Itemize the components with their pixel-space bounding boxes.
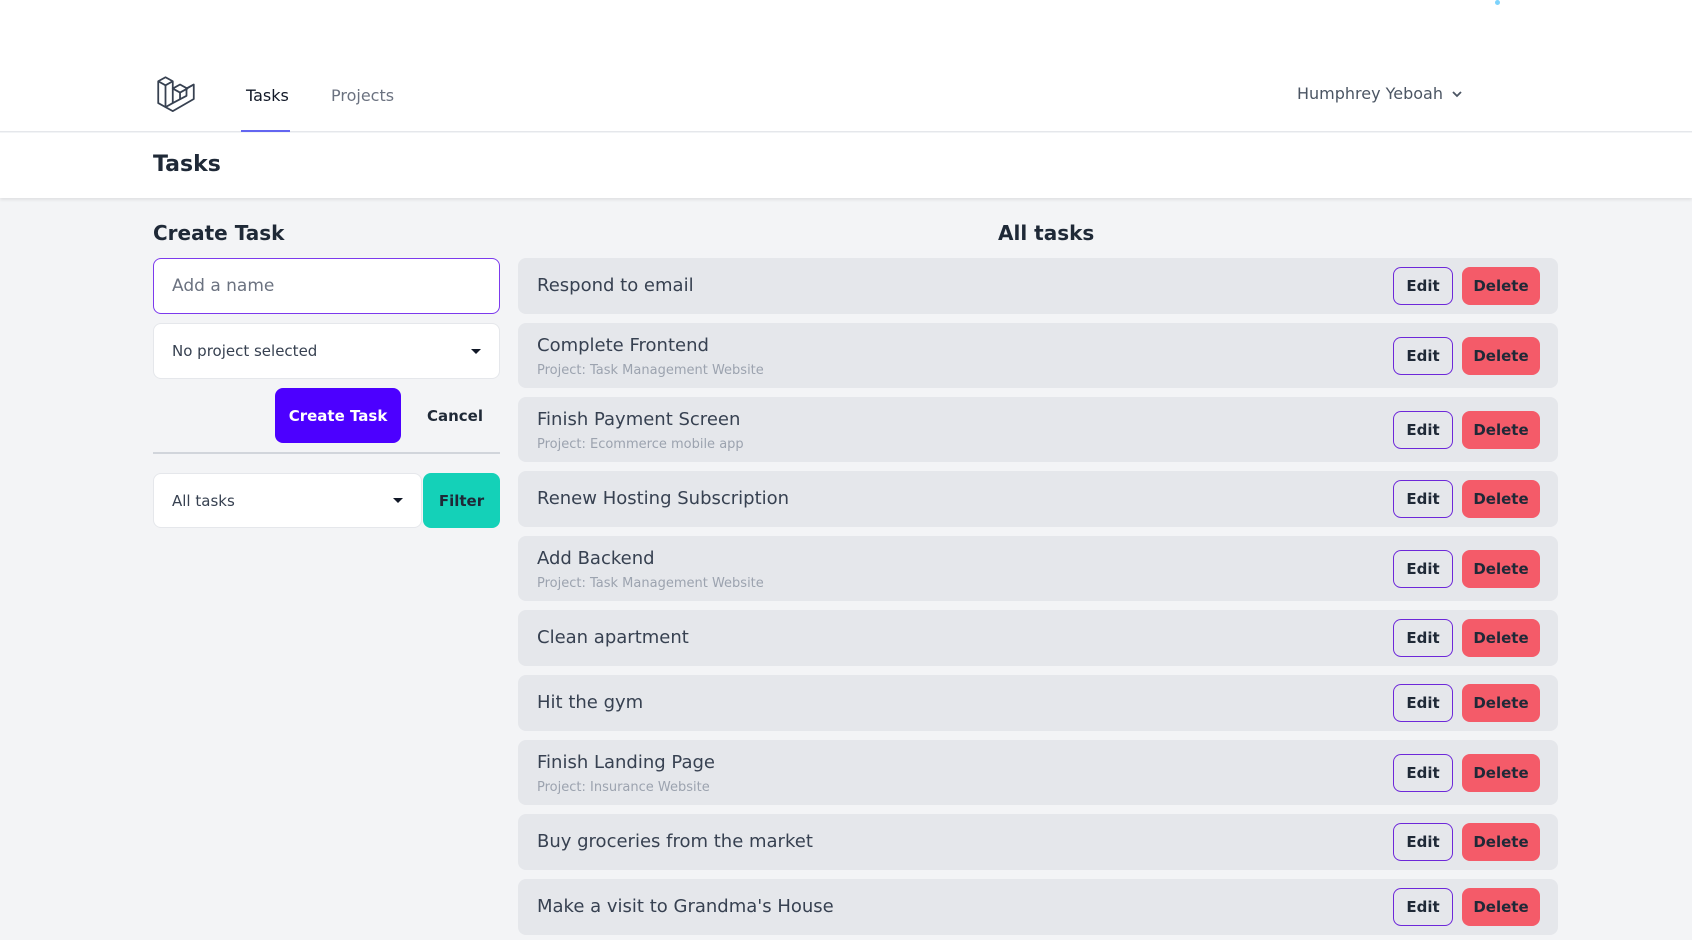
create-task-title: Create Task	[153, 221, 285, 245]
filter-select-value: All tasks	[172, 491, 235, 510]
active-tab-indicator	[241, 130, 290, 132]
edit-button[interactable]: Edit	[1393, 267, 1453, 305]
task-row: Clean apartment Edit Delete	[518, 610, 1558, 666]
task-project-label: Project: Task Management Website	[537, 363, 764, 378]
task-row: Finish Landing Page Project: Insurance W…	[518, 740, 1558, 805]
delete-button[interactable]: Delete	[1462, 619, 1540, 657]
task-project-label: Project: Insurance Website	[537, 780, 710, 795]
edit-button[interactable]: Edit	[1393, 888, 1453, 926]
laravel-logo-icon[interactable]	[155, 74, 197, 116]
task-name: Complete Frontend	[537, 335, 709, 356]
create-task-button[interactable]: Create Task	[275, 388, 401, 443]
edit-button[interactable]: Edit	[1393, 336, 1453, 375]
divider	[153, 452, 500, 454]
task-name: Buy groceries from the market	[537, 831, 813, 852]
edit-button[interactable]: Edit	[1393, 480, 1453, 518]
delete-button[interactable]: Delete	[1462, 549, 1540, 588]
task-name: Make a visit to Grandma's House	[537, 896, 834, 917]
task-row: Renew Hosting Subscription Edit Delete	[518, 471, 1558, 527]
corner-dot	[1495, 0, 1500, 5]
task-name: Add Backend	[537, 548, 655, 569]
delete-button[interactable]: Delete	[1462, 410, 1540, 449]
task-name: Finish Payment Screen	[537, 409, 741, 430]
chevron-down-icon	[1452, 90, 1462, 97]
task-name: Respond to email	[537, 275, 694, 296]
nav-tab-tasks[interactable]: Tasks	[246, 86, 289, 105]
delete-button[interactable]: Delete	[1462, 888, 1540, 926]
page-title: Tasks	[153, 152, 221, 177]
page-header	[0, 133, 1692, 198]
task-row: Make a visit to Grandma's House Edit Del…	[518, 879, 1558, 935]
task-row: Finish Payment Screen Project: Ecommerce…	[518, 397, 1558, 462]
user-menu[interactable]: Humphrey Yeboah	[1297, 84, 1463, 103]
task-name-input[interactable]	[153, 258, 500, 314]
task-row: Complete Frontend Project: Task Manageme…	[518, 323, 1558, 388]
delete-button[interactable]: Delete	[1462, 823, 1540, 861]
task-project-label: Project: Ecommerce mobile app	[537, 437, 744, 452]
filter-button[interactable]: Filter	[423, 473, 500, 528]
top-navbar: Tasks Projects Humphrey Yeboah	[0, 0, 1692, 132]
caret-down-icon	[471, 348, 481, 354]
delete-button[interactable]: Delete	[1462, 480, 1540, 518]
delete-button[interactable]: Delete	[1462, 336, 1540, 375]
edit-button[interactable]: Edit	[1393, 619, 1453, 657]
delete-button[interactable]: Delete	[1462, 753, 1540, 792]
edit-button[interactable]: Edit	[1393, 753, 1453, 792]
caret-down-icon	[393, 498, 403, 503]
task-name: Renew Hosting Subscription	[537, 488, 790, 509]
delete-button[interactable]: Delete	[1462, 684, 1540, 722]
task-project-label: Project: Task Management Website	[537, 576, 764, 591]
project-select[interactable]: No project selected	[153, 323, 500, 379]
task-row: Add Backend Project: Task Management Web…	[518, 536, 1558, 601]
task-row: Hit the gym Edit Delete	[518, 675, 1558, 731]
edit-button[interactable]: Edit	[1393, 823, 1453, 861]
project-select-value: No project selected	[172, 342, 318, 360]
user-name: Humphrey Yeboah	[1296, 84, 1443, 103]
task-list: Respond to email Edit Delete Complete Fr…	[518, 258, 1558, 940]
delete-button[interactable]: Delete	[1462, 267, 1540, 305]
edit-button[interactable]: Edit	[1393, 549, 1453, 588]
task-name: Finish Landing Page	[537, 752, 715, 773]
task-name: Clean apartment	[537, 627, 689, 648]
task-filter-select[interactable]: All tasks	[153, 473, 422, 528]
all-tasks-title: All tasks	[998, 221, 1095, 245]
edit-button[interactable]: Edit	[1393, 410, 1453, 449]
nav-tab-projects[interactable]: Projects	[331, 86, 394, 105]
cancel-button[interactable]: Cancel	[410, 388, 500, 443]
task-name: Hit the gym	[537, 692, 644, 713]
task-row: Buy groceries from the market Edit Delet…	[518, 814, 1558, 870]
task-row: Respond to email Edit Delete	[518, 258, 1558, 314]
edit-button[interactable]: Edit	[1393, 684, 1453, 722]
